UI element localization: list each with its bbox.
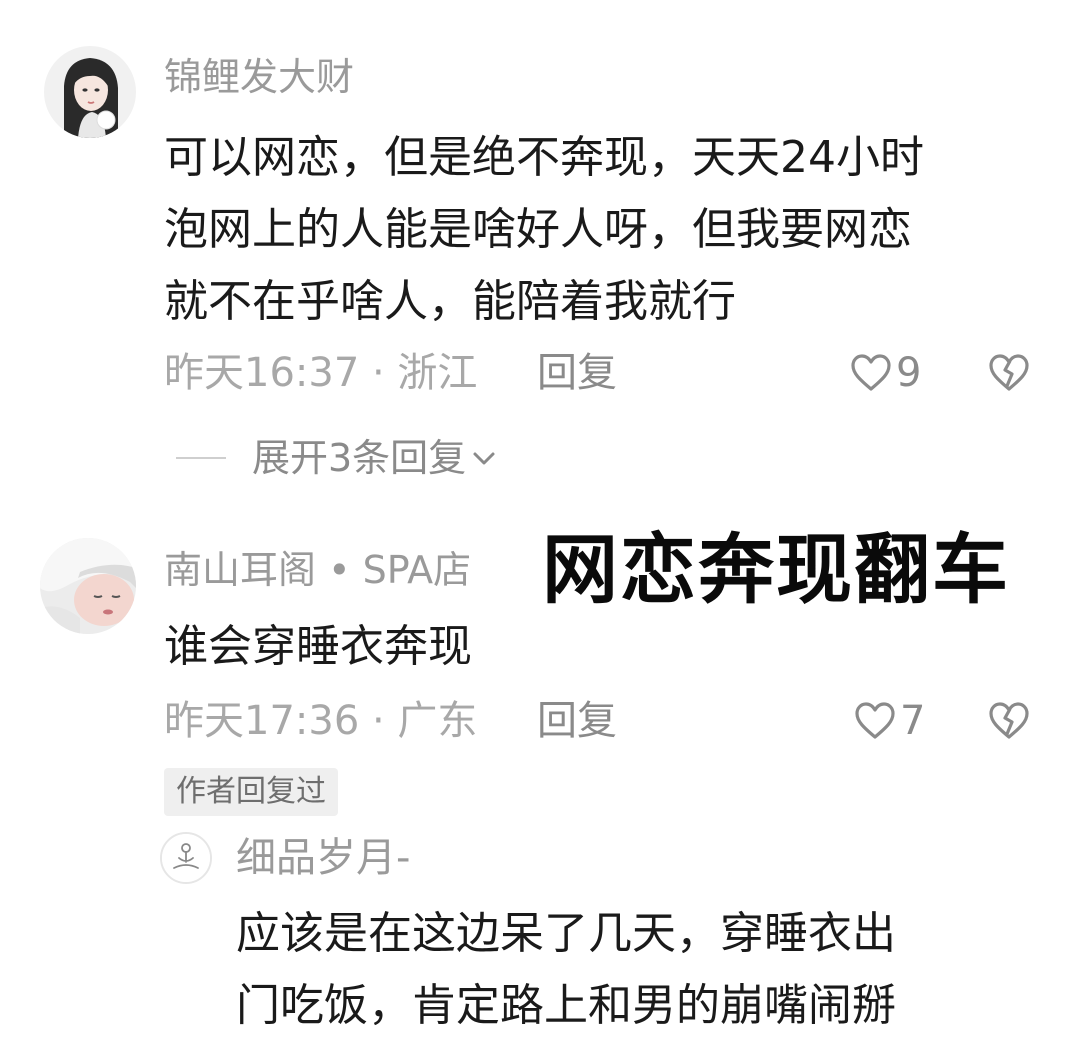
comment-text-line: 可以网恋，但是绝不奔现，天天24小时 <box>164 132 924 183</box>
like-button[interactable]: 7 <box>854 701 925 741</box>
comment-meta: 昨天17:36 · 广东 <box>164 698 478 744</box>
chevron-down-icon <box>473 452 495 465</box>
comment-text-line: 谁会穿睡衣奔现 <box>164 621 472 672</box>
like-count: 9 <box>896 350 922 396</box>
heart-outline-icon <box>855 702 895 739</box>
reply-text-line: 门吃饭，肯定路上和男的崩嘴闹掰 <box>236 980 896 1031</box>
dislike-button[interactable] <box>988 353 1030 396</box>
comment-text-line: 就不在乎啥人，能陪着我就行 <box>164 276 736 327</box>
heart-outline-icon <box>851 354 891 391</box>
avatar-girl-image <box>44 46 136 138</box>
dislike-button[interactable] <box>988 701 1030 744</box>
broken-heart-icon <box>989 354 1029 391</box>
reply-button[interactable]: 回复 <box>537 701 617 741</box>
expand-divider <box>176 457 226 459</box>
avatar-sleeping-image <box>40 538 136 634</box>
comment-username[interactable]: 锦鲤发大财 <box>164 58 354 96</box>
reply-username[interactable]: 细品岁月- <box>236 838 410 878</box>
meditation-avatar-icon <box>162 834 210 882</box>
comment-text: 谁会穿睡衣奔现 <box>164 611 472 683</box>
reply-text: 应该是在这边呆了几天，穿睡衣出 门吃饭，肯定路上和男的崩嘴闹掰 <box>236 898 896 1042</box>
comment-meta: 昨天16:37 · 浙江 <box>164 350 478 396</box>
comment-text: 可以网恋，但是绝不奔现，天天24小时 泡网上的人能是啥好人呀，但我要网恋 就不在… <box>164 122 924 338</box>
expand-replies-button[interactable]: 展开3条回复 <box>176 439 498 477</box>
broken-heart-icon <box>989 702 1029 739</box>
like-button[interactable]: 9 <box>850 353 921 393</box>
reply-text-line: 应该是在这边呆了几天，穿睡衣出 <box>236 908 896 959</box>
avatar[interactable] <box>160 832 212 884</box>
expand-replies-label: 展开3条回复 <box>252 436 467 480</box>
comment-text-line: 泡网上的人能是啥好人呀，但我要网恋 <box>164 204 912 255</box>
avatar[interactable] <box>40 538 136 634</box>
reply-button[interactable]: 回复 <box>537 353 617 393</box>
avatar[interactable] <box>44 46 136 138</box>
like-count: 7 <box>900 698 926 744</box>
overlay-caption: 网恋奔现翻车 <box>542 525 1010 614</box>
comment-username[interactable]: 南山耳阁 • SPA店 <box>164 551 471 589</box>
author-replied-badge: 作者回复过 <box>164 768 338 816</box>
